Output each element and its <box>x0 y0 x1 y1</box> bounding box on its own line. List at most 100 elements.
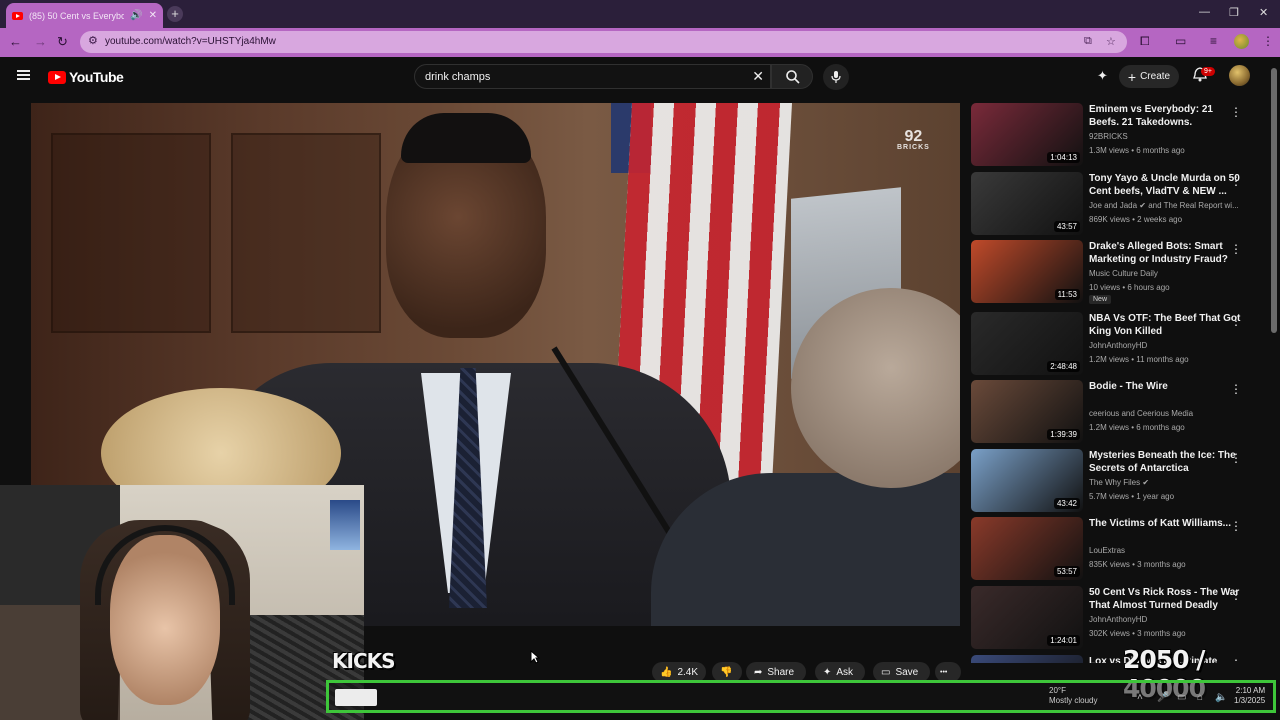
tab-close-icon[interactable]: ✕ <box>149 10 157 21</box>
video-menu-icon[interactable]: ⋮ <box>1230 242 1242 256</box>
channel-name[interactable]: 92BRICKS <box>1089 132 1244 141</box>
tray-mic-icon[interactable]: 🎤 <box>1157 692 1169 703</box>
wood-panel <box>231 133 381 333</box>
video-meta: 835K views • 3 months ago <box>1089 560 1186 569</box>
video-duration: 1:39:39 <box>1047 429 1080 440</box>
video-thumbnail[interactable]: 1:24:01 <box>971 586 1083 649</box>
create-button[interactable]: + Create <box>1119 65 1179 88</box>
window-close-icon[interactable]: ✕ <box>1259 6 1268 19</box>
video-title[interactable]: NBA Vs OTF: The Beef That Got King Von K… <box>1089 312 1244 338</box>
video-thumbnail[interactable]: 11:53 <box>971 240 1083 303</box>
video-thumbnail[interactable]: 1:04:13 <box>971 103 1083 166</box>
recommended-video[interactable]: 1:04:13 Eminem vs Everybody: 21 Beefs. 21… <box>970 103 1265 167</box>
subject-hair <box>401 113 531 163</box>
recommended-video[interactable]: 43:42 Mysteries Beneath the Ice: The Secr… <box>970 449 1265 513</box>
more-actions-button[interactable]: ••• <box>935 662 961 682</box>
video-title[interactable]: 50 Cent Vs Rick Ross - The War That Almo… <box>1089 586 1244 612</box>
channel-name[interactable]: Joe and Jada ✔ and The Real Report wi... <box>1089 201 1244 210</box>
video-title[interactable]: Eminem vs Everybody: 21 Beefs. 21 Takedo… <box>1089 103 1244 129</box>
wall-poster <box>330 500 360 550</box>
youtube-logo[interactable]: YouTube <box>48 69 124 85</box>
account-avatar[interactable] <box>1229 65 1250 86</box>
video-thumbnail[interactable]: 53:57 <box>971 517 1083 580</box>
channel-name[interactable]: The Why Files ✔ <box>1089 478 1244 487</box>
channel-name[interactable]: ceerious and Ceerious Media <box>1089 409 1244 418</box>
tray-chevron-icon[interactable]: ˄ <box>1137 692 1143 703</box>
youtube-header: YouTube drink champs ✕ ✦ + Create 9+ <box>0 57 1280 99</box>
recommended-video[interactable]: 2:48:48 NBA Vs OTF: The Beef That Got Kin… <box>970 312 1265 376</box>
search-input[interactable]: drink champs ✕ <box>414 64 771 89</box>
extensions-icon[interactable]: ⧠ <box>1140 34 1150 49</box>
forward-icon[interactable]: → <box>34 34 47 49</box>
menu-icon[interactable] <box>17 70 30 80</box>
channel-name[interactable]: JohnAnthonyHD <box>1089 341 1244 350</box>
video-menu-icon[interactable]: ⋮ <box>1230 314 1242 328</box>
recommended-video[interactable]: 11:53 Drake's Alleged Bots: Smart Marketi… <box>970 240 1265 304</box>
video-menu-icon[interactable]: ⋮ <box>1230 105 1242 119</box>
video-title[interactable]: Bodie - The Wire <box>1089 380 1244 393</box>
clear-search-icon[interactable]: ✕ <box>752 68 764 85</box>
video-title[interactable]: Drake's Alleged Bots: Smart Marketing or… <box>1089 240 1244 266</box>
site-info-icon[interactable]: ⚙ <box>88 34 98 47</box>
video-menu-icon[interactable]: ⋮ <box>1230 382 1242 396</box>
search-button[interactable] <box>771 64 813 89</box>
video-thumbnail[interactable]: 43:42 <box>971 449 1083 512</box>
video-menu-icon[interactable]: ⋮ <box>1230 588 1242 602</box>
extension-puzzle-icon[interactable]: ✦ <box>1097 68 1108 84</box>
video-menu-icon[interactable]: ⋮ <box>1230 174 1242 188</box>
video-menu-icon[interactable]: ⋮ <box>1230 519 1242 533</box>
share-button[interactable]: ➦ Share <box>746 662 806 682</box>
back-icon[interactable]: ← <box>9 34 22 49</box>
tab-title: (85) 50 Cent vs Everybody <box>29 10 125 21</box>
microphone-icon <box>831 71 841 83</box>
channel-name[interactable]: Music Culture Daily <box>1089 269 1244 278</box>
video-thumbnail[interactable] <box>971 655 1083 663</box>
cast-icon[interactable]: ▭ <box>1175 34 1186 48</box>
bookmark-star-icon[interactable]: ☆ <box>1106 35 1116 48</box>
share-label: Share <box>767 666 795 678</box>
reload-icon[interactable]: ↻ <box>57 34 68 50</box>
save-icon: ▭ <box>881 666 891 678</box>
recommendations-sidebar: 1:04:13 Eminem vs Everybody: 21 Beefs. 21… <box>970 103 1265 663</box>
video-menu-icon[interactable]: ⋮ <box>1230 451 1242 465</box>
maximize-icon[interactable]: ❐ <box>1229 6 1239 19</box>
minimize-icon[interactable]: — <box>1199 6 1210 18</box>
tray-device-icon[interactable]: ▭ <box>1177 692 1186 703</box>
recommended-video[interactable]: 1:24:01 50 Cent Vs Rick Ross - The War Th… <box>970 586 1265 650</box>
video-title[interactable]: The Victims of Katt Williams... <box>1089 517 1244 530</box>
new-tab-button[interactable]: + <box>167 6 183 22</box>
ask-button[interactable]: ✦ Ask <box>815 662 865 682</box>
video-thumbnail[interactable]: 43:57 <box>971 172 1083 235</box>
like-button[interactable]: 👍 2.4K <box>652 662 706 682</box>
browser-profile-avatar[interactable] <box>1234 34 1249 49</box>
save-button[interactable]: ▭ Save <box>873 662 930 682</box>
video-meta: 1.2M views • 11 months ago <box>1089 355 1189 364</box>
chat-input-box[interactable] <box>335 689 377 706</box>
video-title[interactable]: Mysteries Beneath the Ice: The Secrets o… <box>1089 449 1244 475</box>
browser-tab[interactable]: (85) 50 Cent vs Everybody 🔊 ✕ <box>6 3 163 28</box>
video-thumbnail[interactable]: 1:39:39 <box>971 380 1083 443</box>
recommended-video[interactable]: 43:57 Tony Yayo & Uncle Murda on 50 Cent … <box>970 172 1265 236</box>
browser-menu-icon[interactable]: ⋮ <box>1262 34 1274 48</box>
tray-network-icon[interactable]: ⌂ <box>1197 692 1203 703</box>
recommended-video[interactable]: 1:39:39 Bodie - The Wire ceerious and Ceer… <box>970 380 1265 444</box>
weather-widget[interactable]: 20°F Mostly cloudy <box>1049 686 1097 706</box>
voice-search-button[interactable] <box>823 64 849 90</box>
page-scrollbar[interactable] <box>1271 68 1277 333</box>
reading-list-icon[interactable]: ≡ <box>1210 34 1217 48</box>
dislike-button[interactable]: 👎 <box>712 662 742 682</box>
video-title[interactable]: Tony Yayo & Uncle Murda on 50 Cent beefs… <box>1089 172 1244 198</box>
recommended-video[interactable]: 53:57 The Victims of Katt Williams... LouE… <box>970 517 1265 581</box>
channel-name[interactable]: LouExtras <box>1089 546 1244 555</box>
youtube-play-logo-icon <box>48 70 66 84</box>
more-icon: ••• <box>940 668 948 676</box>
video-duration: 43:57 <box>1053 221 1080 232</box>
tray-volume-icon[interactable]: 🔈 <box>1215 692 1227 703</box>
speaker-icon[interactable]: 🔊 <box>130 10 142 21</box>
video-thumbnail[interactable]: 2:48:48 <box>971 312 1083 375</box>
install-app-icon[interactable]: ⧉ <box>1084 35 1092 48</box>
system-clock[interactable]: 2:10 AM 1/3/2025 <box>1234 686 1265 706</box>
clock-date: 1/3/2025 <box>1234 696 1266 705</box>
channel-name[interactable]: JohnAnthonyHD <box>1089 615 1244 624</box>
address-bar[interactable]: ⚙ youtube.com/watch?v=UHSTYja4hMw ⧉ ☆ <box>80 31 1127 53</box>
